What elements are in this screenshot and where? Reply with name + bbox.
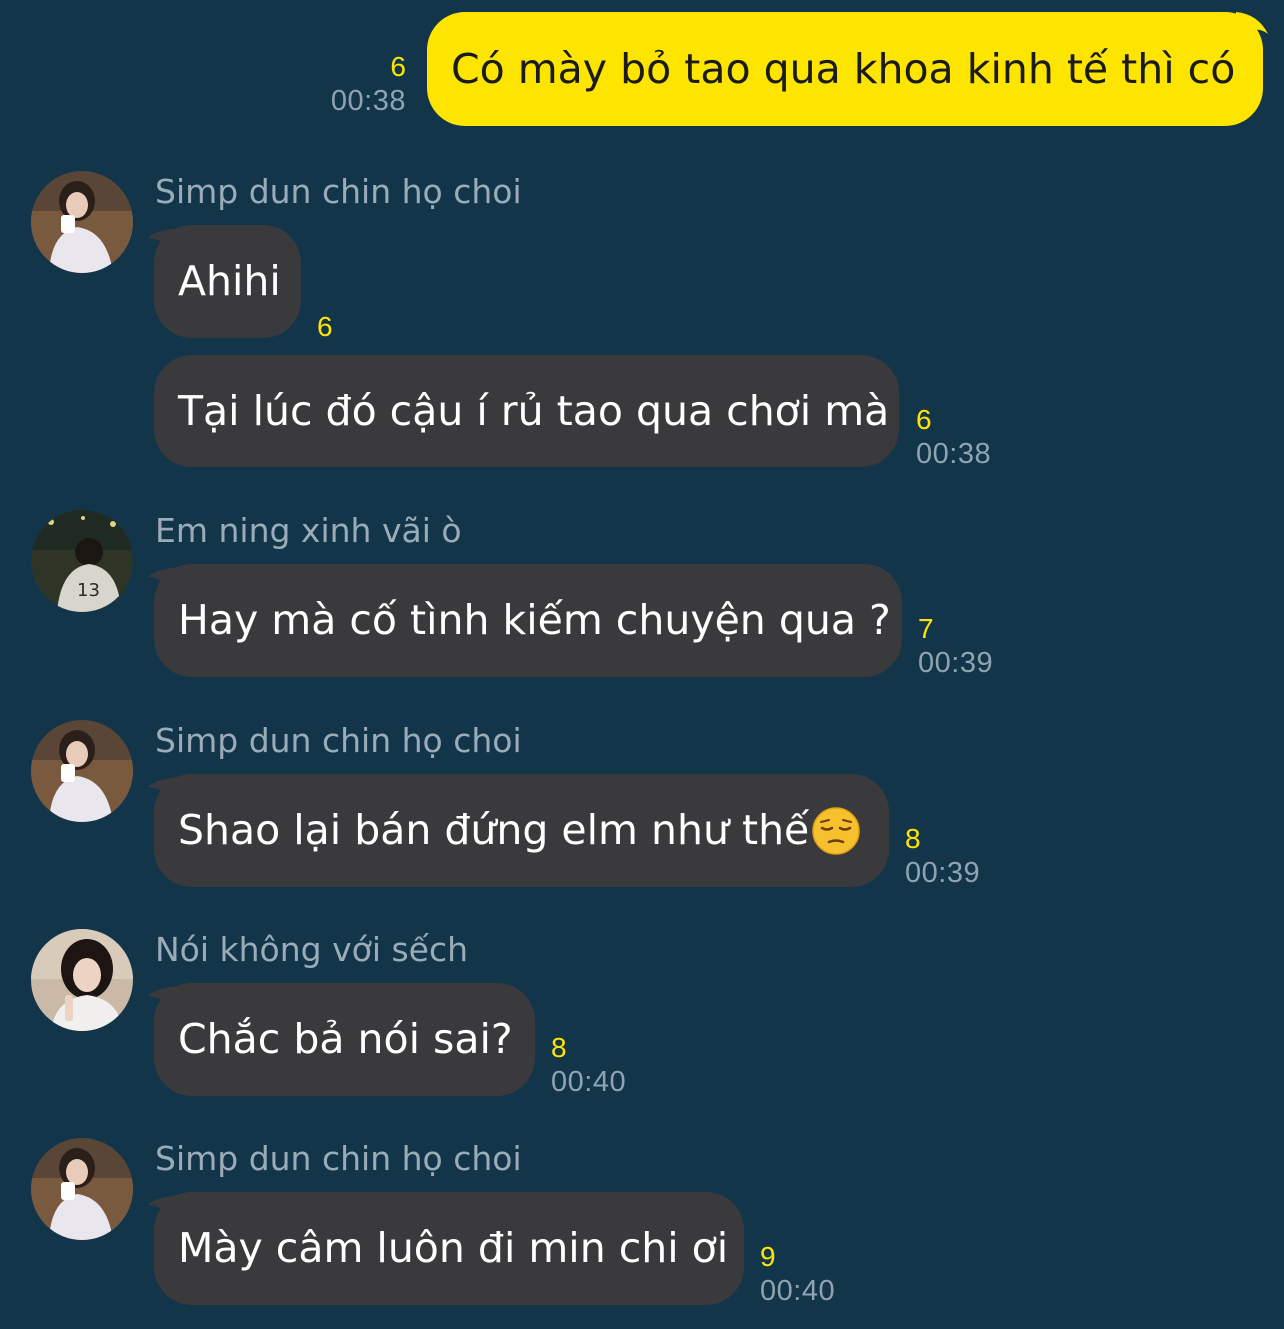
message-text: Có mày bỏ tao qua khoa kinh tế thì có: [451, 44, 1236, 93]
unread-count: 9: [760, 1241, 776, 1272]
chat-thread: 6 00:38 Có mày bỏ tao qua khoa kinh tế t…: [0, 0, 1284, 1329]
avatar[interactable]: 13: [31, 510, 133, 612]
incoming-message-bubble[interactable]: Mày câm luôn đi min chi ơi: [154, 1192, 744, 1305]
unread-count: 6: [390, 51, 406, 82]
message-text: Tại lúc đó cậu í rủ tao qua chơi mà: [178, 386, 890, 435]
unread-count: 6: [317, 311, 333, 342]
message-text: Ahihi: [178, 257, 281, 305]
message-meta: 6 00:38: [300, 50, 406, 118]
avatar-photo-icon: 13: [31, 510, 133, 612]
sender-name: Em ning xinh vãi ò: [155, 511, 462, 550]
incoming-message-bubble[interactable]: Hay mà cố tình kiếm chuyện qua ?: [154, 564, 902, 677]
timestamp: 00:40: [760, 1275, 836, 1307]
incoming-message-bubble[interactable]: Tại lúc đó cậu í rủ tao qua chơi mà: [154, 355, 899, 467]
message-meta: 6 00:38: [916, 403, 991, 471]
timestamp: 00:38: [916, 438, 992, 470]
timestamp: 00:39: [918, 647, 994, 679]
avatar-photo-icon: [31, 720, 133, 822]
timestamp: 00:38: [330, 85, 406, 117]
incoming-message-bubble[interactable]: Ahihi: [154, 225, 301, 338]
message-text: Shao lại bán đứng elm như thế: [178, 806, 810, 854]
message-text: Mày câm luôn đi min chi ơi: [178, 1224, 729, 1272]
avatar[interactable]: [31, 929, 133, 1031]
avatar[interactable]: [31, 1138, 133, 1240]
message-text: Chắc bả nói sai?: [178, 1015, 513, 1063]
avatar-photo-icon: [31, 171, 133, 273]
message-text: Hay mà cố tình kiếm chuyện qua ?: [178, 596, 891, 644]
sender-name: Simp dun chin họ choi: [155, 1139, 522, 1178]
message-meta: 8 00:39: [905, 822, 980, 890]
pensive-face-icon: [812, 806, 861, 855]
svg-text:13: 13: [77, 580, 100, 601]
unread-count: 6: [916, 404, 932, 435]
timestamp: 00:39: [905, 857, 981, 889]
avatar[interactable]: [31, 171, 133, 273]
unread-count: 7: [918, 613, 934, 644]
message-meta: 6: [317, 310, 333, 344]
incoming-message-bubble[interactable]: Shao lại bán đứng elm như thế: [154, 774, 889, 887]
message-meta: 8 00:40: [551, 1031, 626, 1099]
avatar[interactable]: [31, 720, 133, 822]
sender-name: Simp dun chin họ choi: [155, 172, 522, 211]
sender-name: Nói không với sếch: [155, 930, 469, 969]
outgoing-message-bubble[interactable]: Có mày bỏ tao qua khoa kinh tế thì có: [427, 12, 1263, 126]
unread-count: 8: [551, 1032, 567, 1063]
sender-name: Simp dun chin họ choi: [155, 721, 522, 760]
timestamp: 00:40: [551, 1066, 627, 1098]
avatar-photo-icon: [31, 929, 133, 1031]
avatar-photo-icon: [31, 1138, 133, 1240]
incoming-message-bubble[interactable]: Chắc bả nói sai?: [154, 983, 535, 1096]
message-meta: 9 00:40: [760, 1240, 835, 1308]
unread-count: 8: [905, 823, 921, 854]
message-meta: 7 00:39: [918, 612, 993, 680]
